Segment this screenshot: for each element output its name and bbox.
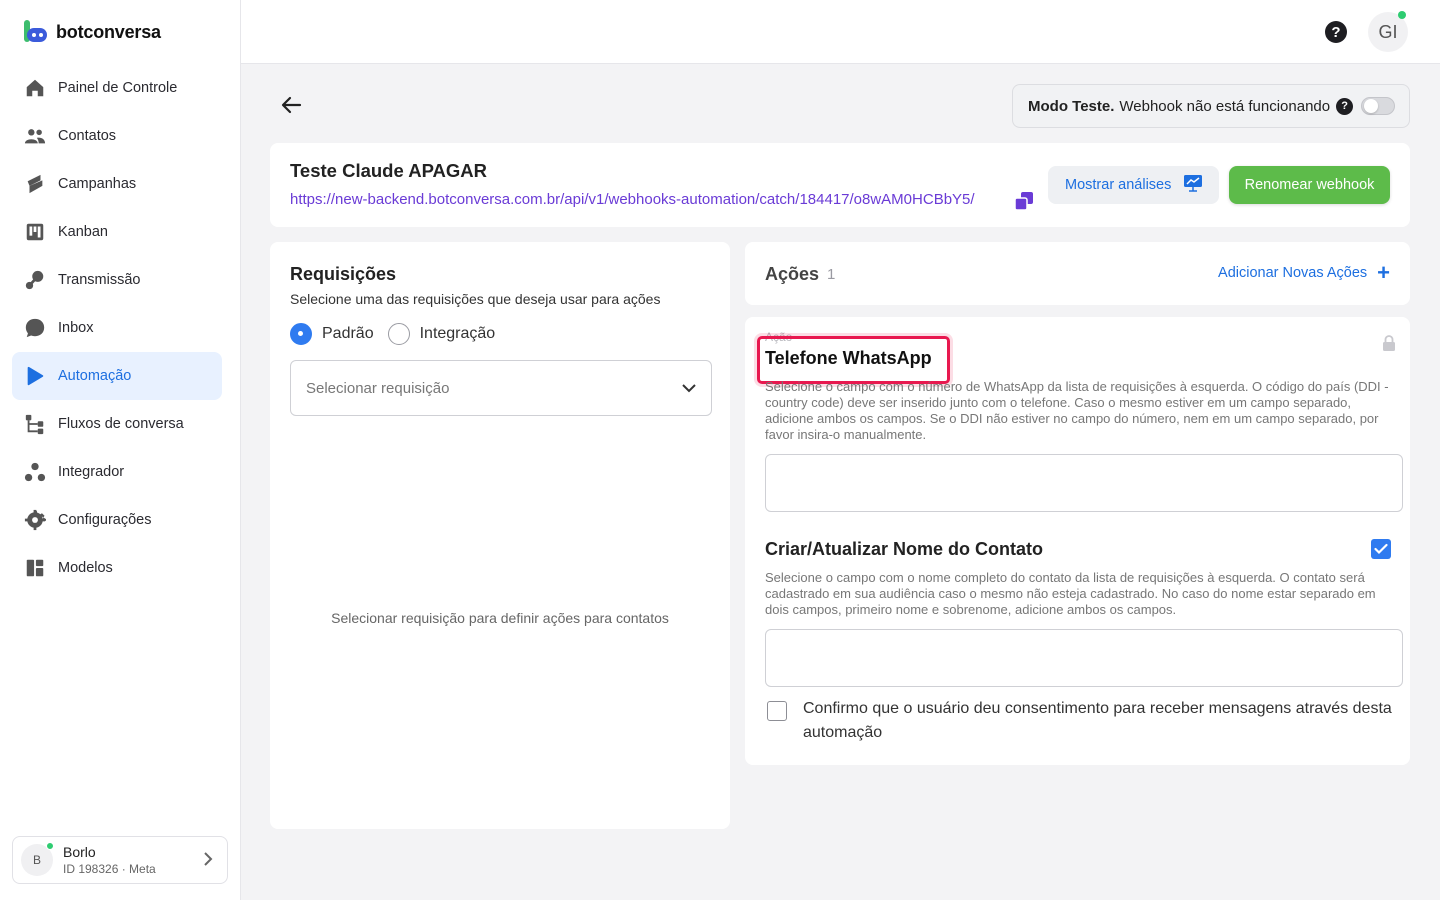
consent-checkbox[interactable]	[767, 701, 787, 721]
radio-integracao[interactable]	[387, 323, 410, 345]
online-status-dot	[46, 842, 54, 850]
campaign-icon	[24, 173, 46, 195]
chevron-down-icon	[681, 380, 697, 396]
requests-empty-state: Selecionar requisição para definir ações…	[331, 610, 669, 626]
sidebar-item-label: Modelos	[58, 560, 113, 576]
topbar: ? GI	[241, 0, 1440, 64]
name-field-title: Criar/Atualizar Nome do Contato	[765, 539, 1044, 559]
chat-icon	[24, 317, 46, 339]
home-icon	[24, 77, 46, 99]
sidebar-item-label: Kanban	[58, 224, 108, 240]
sidebar-item-transmissao[interactable]: Transmissão	[12, 256, 222, 304]
sidebar-item-label: Campanhas	[58, 176, 137, 192]
sidebar-item-label: Contatos	[58, 128, 117, 144]
flow-icon	[24, 413, 46, 435]
test-mode-text: Webhook não está funcionando	[1119, 97, 1331, 115]
account-name: Borlo	[63, 844, 96, 860]
sidebar-item-modelos[interactable]: Modelos	[12, 544, 222, 592]
account-id: ID 198326 · Meta	[63, 862, 156, 876]
help-icon[interactable]: ?	[1325, 21, 1347, 43]
request-select-placeholder: Selecionar requisição	[306, 379, 450, 397]
webhook-header: Teste Claude APAGAR https://new-backend.…	[270, 143, 1410, 227]
kanban-icon	[24, 221, 46, 243]
broadcast-icon	[24, 269, 46, 291]
sidebar-item-label: Integrador	[58, 464, 125, 480]
name-field-checkbox[interactable]	[1371, 539, 1391, 559]
sidebar-item-label: Fluxos de conversa	[58, 416, 184, 432]
play-icon	[24, 365, 46, 387]
sidebar-item-label: Transmissão	[58, 272, 141, 288]
chevron-right-icon	[203, 852, 213, 871]
plus-icon: +	[1377, 260, 1390, 285]
brand-name: botconversa	[56, 21, 161, 42]
help-icon[interactable]: ?	[1336, 97, 1354, 115]
add-actions-button[interactable]: Adicionar Novas Ações +	[1218, 260, 1390, 285]
sidebar-item-automacao[interactable]: Automação	[12, 352, 222, 400]
request-select[interactable]: Selecionar requisição	[290, 360, 712, 416]
sidebar-item-fluxos[interactable]: Fluxos de conversa	[12, 400, 222, 448]
sidebar-item-label: Inbox	[58, 320, 94, 336]
sidebar: botconversa Painel de Controle Contatos …	[0, 0, 241, 900]
requests-panel: Requisições Selecione uma das requisiçõe…	[270, 242, 730, 829]
webhook-url[interactable]: https://new-backend.botconversa.com.br/a…	[290, 191, 975, 208]
back-button[interactable]	[280, 93, 304, 117]
sidebar-item-integrador[interactable]: Integrador	[12, 448, 222, 496]
copy-icon[interactable]	[1014, 191, 1034, 211]
avatar: B	[21, 842, 54, 876]
brand-logo[interactable]: botconversa	[24, 20, 161, 44]
actions-count: 1	[827, 266, 836, 283]
sidebar-item-configuracoes[interactable]: Configurações	[12, 496, 222, 544]
name-field-description: Selecione o campo com o nome completo do…	[765, 570, 1376, 617]
user-initials: GI	[1378, 21, 1398, 42]
logo-icon	[24, 20, 48, 44]
webhook-title: Teste Claude APAGAR	[290, 160, 488, 181]
radio-padrao-label[interactable]: Padrão	[322, 325, 374, 343]
lock-icon	[1382, 335, 1396, 351]
requests-title: Requisições	[290, 264, 397, 284]
actions-title: Ações	[765, 264, 820, 284]
test-mode-banner: Modo Teste. Webhook não está funcionando…	[1012, 84, 1410, 128]
phone-field-input[interactable]	[765, 454, 1403, 512]
user-avatar[interactable]: GI	[1368, 11, 1408, 52]
account-switcher[interactable]: B Borlo ID 198326 · Meta	[12, 836, 228, 884]
sidebar-item-label: Painel de Controle	[58, 80, 178, 96]
actions-header: Ações 1 Adicionar Novas Ações +	[745, 242, 1410, 305]
show-analytics-label: Mostrar análises	[1065, 177, 1172, 193]
radio-padrao[interactable]	[290, 323, 312, 345]
sidebar-item-label: Configurações	[58, 512, 152, 528]
sidebar-item-inbox[interactable]: Inbox	[12, 304, 222, 352]
sidebar-item-campanhas[interactable]: Campanhas	[12, 160, 222, 208]
test-mode-toggle[interactable]	[1361, 97, 1396, 115]
highlight-box	[757, 336, 950, 384]
show-analytics-button[interactable]: Mostrar análises	[1048, 166, 1219, 204]
request-type-radio-group: Padrão Integração	[290, 323, 495, 345]
radio-integracao-label[interactable]: Integração	[420, 325, 496, 343]
sidebar-nav: Painel de Controle Contatos Campanhas Ka…	[12, 64, 222, 592]
rename-webhook-button[interactable]: Renomear webhook	[1229, 166, 1390, 204]
phone-field-description: Selecione o campo com o número de WhatsA…	[765, 379, 1389, 442]
sidebar-item-painel[interactable]: Painel de Controle	[12, 64, 222, 112]
sidebar-item-kanban[interactable]: Kanban	[12, 208, 222, 256]
sidebar-item-contatos[interactable]: Contatos	[12, 112, 222, 160]
sidebar-item-label: Automação	[58, 368, 132, 384]
templates-icon	[24, 557, 46, 579]
gear-icon	[24, 509, 46, 531]
action-card: Ação Telefone WhatsApp Selecione o campo…	[745, 317, 1410, 765]
consent-text: Confirmo que o usuário deu consentimento…	[803, 700, 1392, 741]
add-actions-label: Adicionar Novas Ações	[1218, 265, 1368, 281]
test-mode-label: Modo Teste.	[1028, 97, 1115, 115]
avatar-initial: B	[32, 853, 41, 867]
arrow-left-icon	[281, 96, 302, 114]
users-icon	[24, 125, 46, 147]
check-icon	[1374, 543, 1388, 555]
requests-subtitle: Selecione uma das requisições que deseja…	[290, 291, 661, 307]
presentation-chart-icon	[1183, 174, 1203, 196]
name-field-input[interactable]	[765, 629, 1403, 687]
online-status-dot	[1398, 11, 1406, 19]
integrator-icon	[24, 461, 46, 483]
